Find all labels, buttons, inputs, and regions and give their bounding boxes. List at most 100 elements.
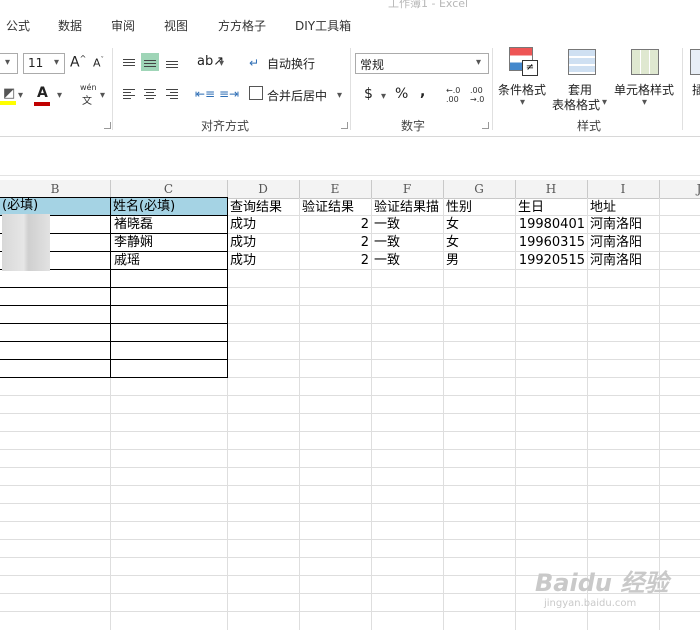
gridline — [0, 485, 700, 486]
chevron-down-icon[interactable]: ▾ — [337, 90, 342, 101]
merge-center-button[interactable]: 合并后居中 — [267, 87, 327, 104]
tab-fangfang[interactable]: 方方格子 — [218, 17, 266, 34]
birth-cell[interactable]: 19960315 — [515, 234, 585, 252]
address-cell[interactable]: 河南洛阳 — [590, 234, 642, 252]
align-center-icon[interactable] — [141, 85, 159, 103]
align-left-icon[interactable] — [120, 85, 138, 103]
conditional-format-button[interactable]: 条件格式 — [498, 81, 546, 98]
chevron-down-icon[interactable]: ▾ — [602, 97, 607, 108]
tab-formulas[interactable]: 公式 — [6, 17, 30, 34]
col-divider — [443, 180, 444, 198]
col-header-h[interactable]: H — [515, 180, 587, 198]
desc-cell[interactable]: 一致 — [374, 252, 400, 270]
decrease-indent-icon[interactable]: ⇤≡ — [195, 87, 215, 101]
col-header-e[interactable]: E — [299, 180, 371, 198]
top-align-icon[interactable] — [120, 53, 138, 71]
birth-cell[interactable]: 19980401 — [515, 216, 585, 234]
group-separator — [682, 48, 683, 130]
table-border — [0, 377, 228, 378]
chevron-down-icon[interactable]: ▾ — [219, 58, 224, 69]
middle-align-icon[interactable] — [141, 53, 159, 71]
tab-data[interactable]: 数据 — [58, 17, 82, 34]
comma-button[interactable]: , — [420, 84, 425, 100]
font-size-dropdown[interactable]: 11 ▾ — [23, 53, 65, 74]
insert-button[interactable]: 插 — [692, 81, 700, 98]
header-cell-g[interactable]: 性别 — [446, 199, 472, 217]
query-cell[interactable]: 成功 — [230, 252, 256, 270]
verify-cell[interactable]: 2 — [299, 234, 369, 252]
name-cell[interactable]: 李静娴 — [114, 234, 153, 252]
col-header-f[interactable]: F — [371, 180, 443, 198]
number-group-label: 数字 — [401, 119, 426, 133]
query-cell[interactable]: 成功 — [230, 234, 256, 252]
increase-indent-icon[interactable]: ≡⇥ — [219, 87, 239, 101]
verify-cell[interactable]: 2 — [299, 252, 369, 270]
align-right-icon[interactable] — [163, 85, 181, 103]
header-cell-d[interactable]: 查询结果 — [230, 199, 282, 217]
decrease-decimal-icon[interactable]: .00 →.0 — [470, 86, 484, 104]
header-cell-i[interactable]: 地址 — [590, 199, 616, 217]
tab-diy-toolbox[interactable]: DIY工具箱 — [295, 17, 351, 34]
header-cell-b[interactable]: (必填) — [2, 197, 38, 215]
gender-cell[interactable]: 女 — [446, 234, 459, 252]
desc-cell[interactable]: 一致 — [374, 234, 400, 252]
verify-cell[interactable]: 2 — [299, 216, 369, 234]
col-header-c[interactable]: C — [110, 180, 227, 198]
redacted-id-block — [2, 214, 50, 271]
chevron-down-icon[interactable]: ▾ — [520, 97, 525, 108]
font-color-button[interactable]: A — [33, 85, 55, 107]
formula-bar[interactable] — [0, 137, 700, 176]
cell-styles-icon — [631, 49, 659, 75]
header-cell-c[interactable]: 姓名(必填) — [113, 198, 175, 216]
tab-view[interactable]: 视图 — [164, 17, 188, 34]
chevron-down-icon[interactable]: ▾ — [100, 90, 105, 101]
chevron-down-icon[interactable]: ▾ — [381, 91, 386, 102]
cell-styles-button[interactable]: 单元格样式 — [614, 81, 674, 98]
conditional-format-icon: ≠ — [509, 47, 539, 77]
col-divider — [659, 180, 660, 198]
col-header-i[interactable]: I — [587, 180, 659, 198]
col-header-d[interactable]: D — [227, 180, 299, 198]
tab-review[interactable]: 审阅 — [111, 17, 135, 34]
table-format-button[interactable]: 表格格式 — [552, 96, 600, 113]
table-border — [0, 287, 228, 288]
title-bar — [0, 0, 700, 12]
number-dialog-launcher-icon[interactable] — [482, 122, 489, 129]
col-divider — [227, 180, 228, 198]
desc-cell[interactable]: 一致 — [374, 216, 400, 234]
header-cell-h[interactable]: 生日 — [518, 199, 544, 217]
col-header-b[interactable]: B — [0, 180, 110, 198]
increase-decimal-icon[interactable]: ←.0 .00 — [446, 86, 460, 104]
gridline — [0, 467, 700, 468]
header-cell-f[interactable]: 验证结果描 — [374, 199, 443, 217]
chevron-down-icon[interactable]: ▾ — [18, 90, 23, 101]
chevron-down-icon[interactable]: ▾ — [57, 90, 62, 101]
bottom-align-icon[interactable] — [163, 53, 181, 71]
col-divider — [110, 180, 111, 198]
font-dialog-launcher-icon[interactable] — [104, 122, 111, 129]
group-separator — [350, 48, 351, 130]
gender-cell[interactable]: 男 — [446, 252, 459, 270]
col-header-j[interactable]: J — [659, 180, 700, 198]
name-cell[interactable]: 褚晓磊 — [114, 216, 153, 234]
address-cell[interactable]: 河南洛阳 — [590, 216, 642, 234]
wrap-text-button[interactable]: 自动换行 — [267, 55, 315, 72]
percent-button[interactable]: % — [395, 86, 408, 102]
header-cell-e[interactable]: 验证结果 — [302, 199, 354, 217]
chevron-down-icon[interactable]: ▾ — [642, 97, 647, 108]
address-cell[interactable]: 河南洛阳 — [590, 252, 642, 270]
grow-font-icon[interactable]: A^ — [70, 54, 86, 71]
currency-button[interactable]: $ — [364, 86, 373, 102]
table-format-icon — [568, 49, 596, 75]
birth-cell[interactable]: 19920515 — [515, 252, 585, 270]
col-header-g[interactable]: G — [443, 180, 515, 198]
col-divider — [299, 180, 300, 198]
query-cell[interactable]: 成功 — [230, 216, 256, 234]
alignment-dialog-launcher-icon[interactable] — [341, 122, 348, 129]
gender-cell[interactable]: 女 — [446, 216, 459, 234]
phonetic-button[interactable]: wén 文 — [78, 83, 102, 107]
shrink-font-icon[interactable]: Aˇ — [93, 56, 104, 70]
font-name-dropdown[interactable]: ▾ — [0, 53, 18, 74]
name-cell[interactable]: 戚瑶 — [114, 252, 140, 270]
number-format-dropdown[interactable]: 常规 ▾ — [355, 53, 489, 74]
